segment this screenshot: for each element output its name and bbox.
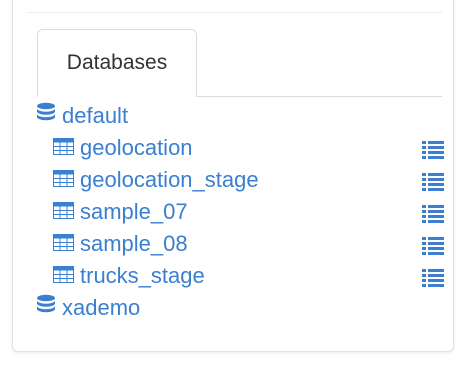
list-icon[interactable] bbox=[422, 139, 444, 159]
database-name: xademo bbox=[62, 295, 141, 320]
tab-databases[interactable]: Databases bbox=[37, 29, 197, 97]
list-icon[interactable] bbox=[422, 235, 444, 255]
table-icon bbox=[53, 167, 74, 193]
table-icon bbox=[53, 199, 74, 225]
table-item-geolocation-stage[interactable]: geolocation_stage bbox=[36, 164, 446, 196]
list-icon[interactable] bbox=[422, 267, 444, 287]
list-icon[interactable] bbox=[422, 203, 444, 223]
table-item-sample-07[interactable]: sample_07 bbox=[36, 196, 446, 228]
table-icon bbox=[53, 263, 74, 289]
table-item-sample-08[interactable]: sample_08 bbox=[36, 228, 446, 260]
database-tree: default geolocation geolocation_stage sa… bbox=[36, 100, 446, 324]
table-name: geolocation_stage bbox=[80, 167, 259, 192]
list-icon[interactable] bbox=[422, 171, 444, 191]
table-item-geolocation[interactable]: geolocation bbox=[36, 132, 446, 164]
table-item-trucks-stage[interactable]: trucks_stage bbox=[36, 260, 446, 292]
table-icon bbox=[53, 231, 74, 257]
table-name: sample_08 bbox=[80, 231, 188, 256]
tab-label: Databases bbox=[66, 51, 168, 74]
table-name: geolocation bbox=[80, 135, 193, 160]
table-name: sample_07 bbox=[80, 199, 188, 224]
database-item-xademo[interactable]: xademo bbox=[36, 292, 446, 324]
table-icon bbox=[53, 135, 74, 161]
table-name: trucks_stage bbox=[80, 263, 205, 288]
database-item-default[interactable]: default bbox=[36, 100, 446, 132]
database-name: default bbox=[62, 103, 129, 128]
divider bbox=[28, 12, 442, 13]
database-icon bbox=[36, 102, 56, 130]
database-icon bbox=[36, 294, 56, 322]
